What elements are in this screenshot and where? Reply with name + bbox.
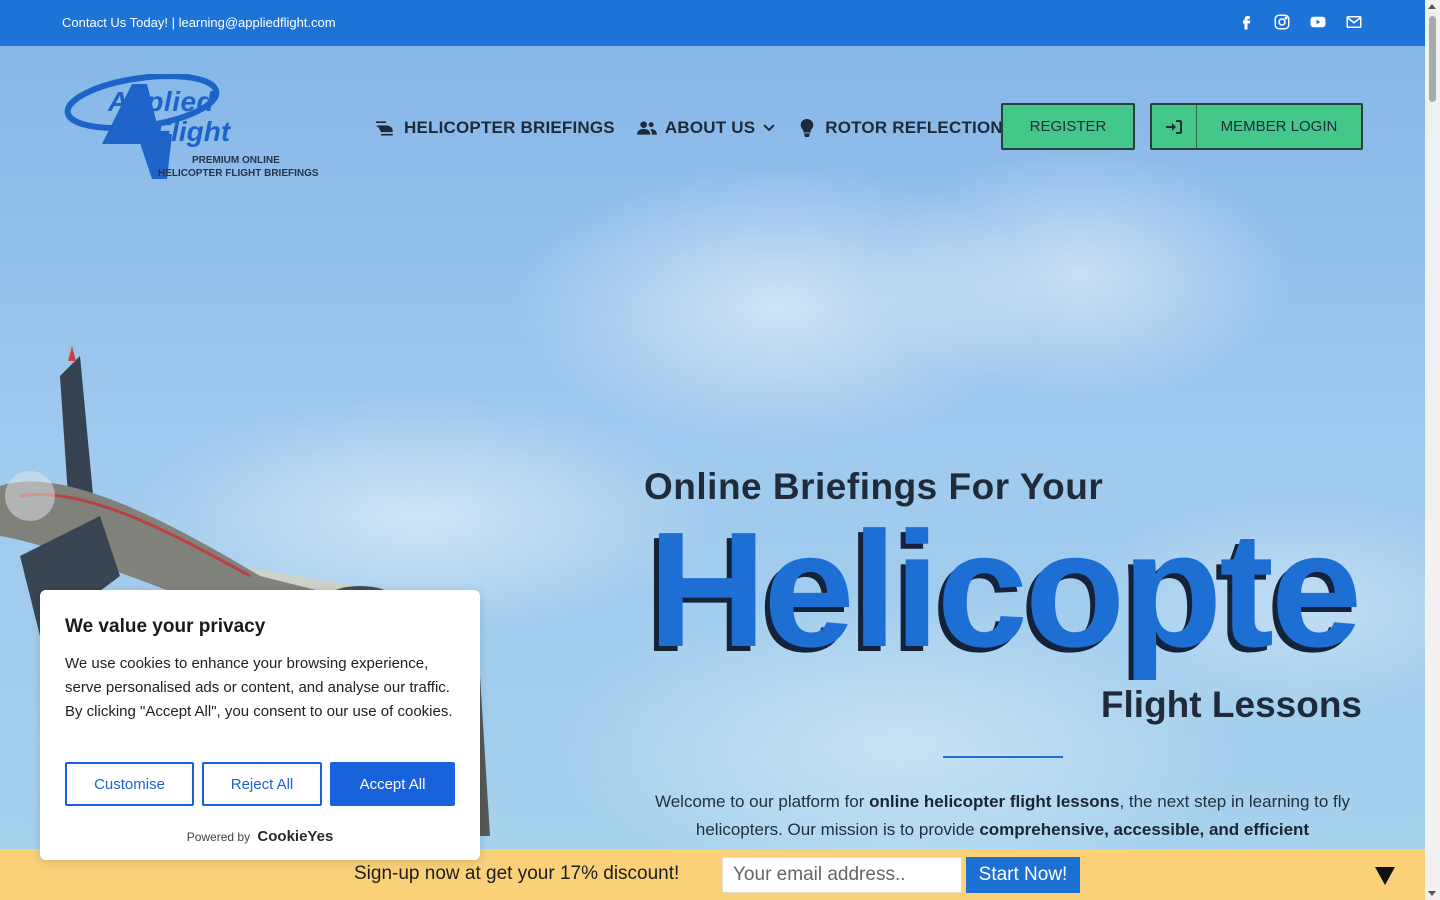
nav-item-about-us[interactable]: ABOUT US	[636, 118, 775, 138]
social-links	[1237, 13, 1363, 31]
top-bar: Contact Us Today! | learning@appliedflig…	[0, 0, 1425, 46]
accept-all-button[interactable]: Accept All	[330, 762, 455, 806]
hero-intro: Welcome to our platform for online helic…	[640, 788, 1365, 844]
start-now-button[interactable]: Start Now!	[966, 857, 1080, 893]
logo-word-flight: Flight	[154, 116, 231, 147]
instagram-icon[interactable]	[1273, 13, 1291, 31]
site-logo[interactable]: Applied Flight PREMIUM ONLINE HELICOPTER…	[62, 73, 322, 184]
chevron-down-icon	[763, 124, 775, 132]
intro-bold-1: online helicopter flight lessons	[869, 792, 1120, 811]
nav-item-label: ABOUT US	[664, 118, 756, 137]
nav-item-label: ROTOR REFLECTIONS	[825, 118, 1015, 137]
signup-text: Sign-up now at get your 17% discount!	[354, 863, 680, 884]
hero-big-word: Helicopte	[648, 500, 1362, 680]
logo-tagline-2: HELICOPTER FLIGHT BRIEFINGS	[158, 168, 319, 179]
mail-icon[interactable]	[1345, 13, 1363, 31]
cookie-powered-by: Powered by CookieYes	[40, 828, 480, 845]
powered-by-label: Powered by	[186, 830, 251, 844]
scroll-up-icon[interactable]	[1428, 4, 1436, 9]
users-icon	[636, 121, 657, 135]
facebook-icon[interactable]	[1237, 13, 1255, 31]
hero-divider	[943, 756, 1063, 758]
logo-word-applied: Applied	[108, 86, 215, 117]
reject-all-button[interactable]: Reject All	[202, 762, 322, 806]
main-nav: HELICOPTER BRIEFINGS ABOUT US ROTOR REFL…	[376, 118, 1036, 138]
contact-info[interactable]: Contact Us Today! | learning@appliedflig…	[62, 15, 336, 30]
collapse-toggle-icon[interactable]	[1375, 867, 1395, 885]
customise-button[interactable]: Customise	[65, 762, 194, 806]
cookie-consent-dialog: We value your privacy We use cookies to …	[40, 590, 480, 860]
logo-tagline-1: PREMIUM ONLINE	[192, 155, 280, 166]
scroll-down-icon[interactable]	[1428, 891, 1436, 896]
sign-in-icon	[1152, 105, 1197, 148]
lightbulb-icon	[800, 119, 814, 137]
intro-text-1: Welcome to our platform for	[654, 792, 870, 811]
intro-bold-2: comprehensive, accessible, and efficient	[979, 820, 1310, 839]
cookie-body: We use cookies to enhance your browsing …	[65, 655, 453, 720]
nav-item-label: HELICOPTER BRIEFINGS	[404, 118, 615, 137]
scrollbar-thumb[interactable]	[1429, 16, 1436, 102]
cookieyes-logo[interactable]: CookieYes	[257, 828, 333, 845]
page-scrollbar[interactable]	[1425, 0, 1440, 900]
nav-item-helicopter-briefings[interactable]: HELICOPTER BRIEFINGS	[376, 118, 615, 138]
cookie-title: We value your privacy	[65, 616, 266, 637]
helicopter-icon	[376, 121, 393, 136]
youtube-icon[interactable]	[1309, 13, 1327, 31]
member-login-label: MEMBER LOGIN	[1220, 118, 1338, 135]
nav-item-rotor-reflections[interactable]: ROTOR REFLECTIONS	[797, 118, 1014, 138]
member-login-button[interactable]: MEMBER LOGIN	[1150, 103, 1363, 150]
register-button[interactable]: REGISTER	[1001, 103, 1135, 150]
hero-line-3: Flight Lessons	[1100, 684, 1362, 725]
email-field[interactable]	[722, 857, 962, 893]
